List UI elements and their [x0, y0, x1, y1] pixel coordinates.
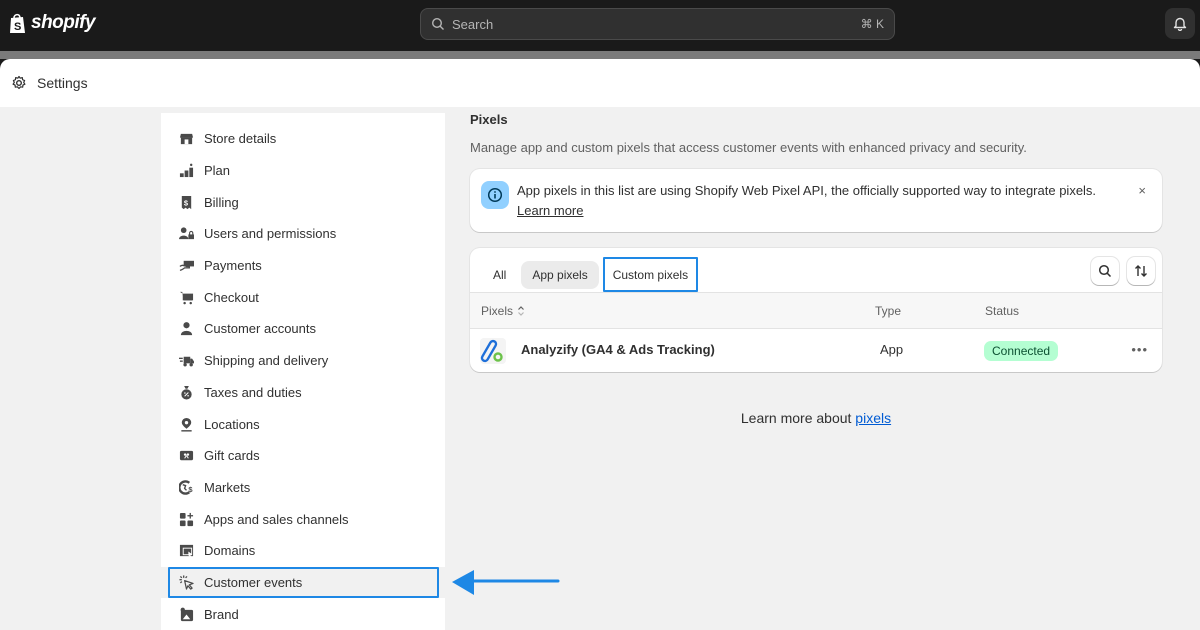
sidebar-item-label: Plan — [204, 163, 231, 179]
pixels-card: All App pixels Custom pixels Pixels Type… — [470, 248, 1162, 372]
table-tools — [1091, 257, 1155, 285]
sidebar-item-label: Taxes and duties — [204, 384, 302, 400]
sort-button[interactable] — [1127, 257, 1155, 285]
sort-chevrons-icon — [518, 306, 524, 316]
highlight-box — [168, 566, 439, 599]
top-bar: S shopify Search ⌘ K — [0, 0, 1200, 51]
tab-all[interactable]: All — [482, 261, 517, 289]
domain-icon — [178, 543, 194, 559]
gear-icon — [12, 75, 26, 90]
learn-more-footer: Learn more about pixels — [470, 410, 1162, 426]
brand-name: shopify — [31, 12, 96, 33]
svg-text:$: $ — [188, 485, 193, 494]
sidebar-item-label: Domains — [204, 543, 256, 559]
sidebar-item-billing[interactable]: $ Billing — [161, 186, 445, 218]
tab-app-pixels[interactable]: App pixels — [521, 260, 599, 289]
apps-icon — [178, 511, 194, 527]
pixel-name[interactable]: Analyzify (GA4 & Ads Tracking) — [521, 342, 715, 357]
page-title: Pixels — [470, 112, 508, 127]
column-header-pixels[interactable]: Pixels — [481, 304, 525, 318]
sidebar-item-customer-accounts[interactable]: Customer accounts — [161, 313, 445, 345]
sidebar-item-payments[interactable]: Payments — [161, 250, 445, 282]
search-icon — [1098, 264, 1112, 278]
close-icon[interactable]: × — [1138, 183, 1146, 198]
sidebar-item-store-details[interactable]: Store details — [161, 123, 445, 155]
sidebar-item-label: Shipping and delivery — [204, 353, 329, 369]
settings-sidebar: Store details Plan $ Billing Users and p… — [161, 113, 445, 630]
sidebar-item-label: Store details — [204, 131, 277, 147]
sidebar-item-label: Locations — [204, 416, 260, 432]
cart-icon — [178, 289, 194, 305]
sidebar-item-label: Apps and sales channels — [204, 511, 349, 527]
banner-learn-more-link[interactable]: Learn more — [517, 203, 583, 218]
sidebar-item-label: Markets — [204, 479, 251, 495]
search-shortcut: ⌘ K — [860, 17, 884, 31]
analyzify-logo-icon — [480, 338, 506, 364]
shopify-bag-icon: S — [10, 13, 25, 33]
receipt-icon: $ — [178, 194, 194, 210]
pixel-type: App — [880, 342, 904, 357]
page-description: Manage app and custom pixels that access… — [470, 140, 1027, 155]
sidebar-item-users-and-permissions[interactable]: Users and permissions — [161, 218, 445, 250]
column-header-status: Status — [985, 304, 1020, 318]
sidebar-item-label: Checkout — [204, 289, 259, 305]
banner-message: App pixels in this list are using Shopif… — [517, 181, 1107, 221]
search-filter-button[interactable] — [1091, 257, 1119, 285]
hand-card-icon — [178, 258, 194, 274]
column-label: Pixels — [481, 304, 514, 318]
sidebar-item-apps-and-sales-channels[interactable]: Apps and sales channels — [161, 503, 445, 535]
sidebar-item-brand[interactable]: Brand — [161, 598, 445, 630]
search-icon — [431, 17, 444, 30]
info-icon — [481, 181, 509, 209]
sidebar-item-label: Customer accounts — [204, 321, 316, 337]
globe-dollar-icon: $ — [178, 479, 194, 495]
sidebar-item-taxes-and-duties[interactable]: Taxes and duties — [161, 377, 445, 409]
search-placeholder: Search — [452, 16, 494, 32]
pixels-link[interactable]: pixels — [855, 410, 891, 426]
svg-text:S: S — [14, 21, 21, 33]
truck-icon — [178, 353, 194, 369]
more-actions-icon[interactable]: ••• — [1131, 342, 1148, 357]
person-icon — [178, 321, 194, 337]
users-lock-icon — [178, 226, 194, 242]
plan-icon — [178, 163, 194, 179]
table-header: Pixels Type Status — [470, 292, 1162, 329]
column-header-type: Type — [875, 304, 902, 318]
status-badge: Connected — [984, 341, 1059, 361]
store-icon — [178, 131, 194, 147]
sidebar-item-label: Gift cards — [204, 448, 260, 464]
sidebar-item-label: Brand — [204, 606, 239, 622]
sidebar-item-markets[interactable]: $ Markets — [161, 472, 445, 504]
annotation-arrow-icon — [452, 570, 560, 595]
frame-strip — [0, 51, 1200, 59]
sidebar-item-domains[interactable]: Domains — [161, 535, 445, 567]
sidebar-item-label: Payments — [204, 258, 262, 274]
sidebar-item-locations[interactable]: Locations — [161, 408, 445, 440]
info-banner: App pixels in this list are using Shopif… — [470, 169, 1162, 232]
learn-more-text: Learn more about — [740, 410, 856, 426]
sidebar-item-gift-cards[interactable]: Gift cards — [161, 440, 445, 472]
banner-text: App pixels in this list are using Shopif… — [517, 183, 1097, 198]
table-row[interactable]: Analyzify (GA4 & Ads Tracking) App Conne… — [470, 329, 1162, 372]
notifications-button[interactable] — [1165, 8, 1195, 39]
search-input[interactable]: Search ⌘ K — [420, 8, 895, 40]
sidebar-item-plan[interactable]: Plan — [161, 155, 445, 187]
sidebar-item-customer-events[interactable]: Customer events — [161, 566, 445, 599]
settings-header: Settings — [0, 59, 1200, 107]
sidebar-item-shipping-and-delivery[interactable]: Shipping and delivery — [161, 345, 445, 377]
location-pin-icon — [178, 416, 194, 432]
sidebar-item-checkout[interactable]: Checkout — [161, 281, 445, 313]
bell-icon — [1173, 17, 1187, 31]
sort-arrows-icon — [1135, 265, 1147, 277]
gift-card-icon — [178, 448, 194, 464]
tax-bag-icon — [178, 384, 194, 400]
shopify-logo[interactable]: S shopify — [9, 12, 96, 34]
tab-custom-pixels[interactable]: Custom pixels — [602, 257, 699, 292]
settings-title: Settings — [37, 75, 88, 91]
brand-image-icon — [178, 606, 194, 622]
sidebar-item-label: Billing — [204, 194, 239, 210]
sidebar-item-label: Users and permissions — [204, 226, 337, 242]
filter-tabs: All App pixels Custom pixels — [482, 257, 699, 292]
